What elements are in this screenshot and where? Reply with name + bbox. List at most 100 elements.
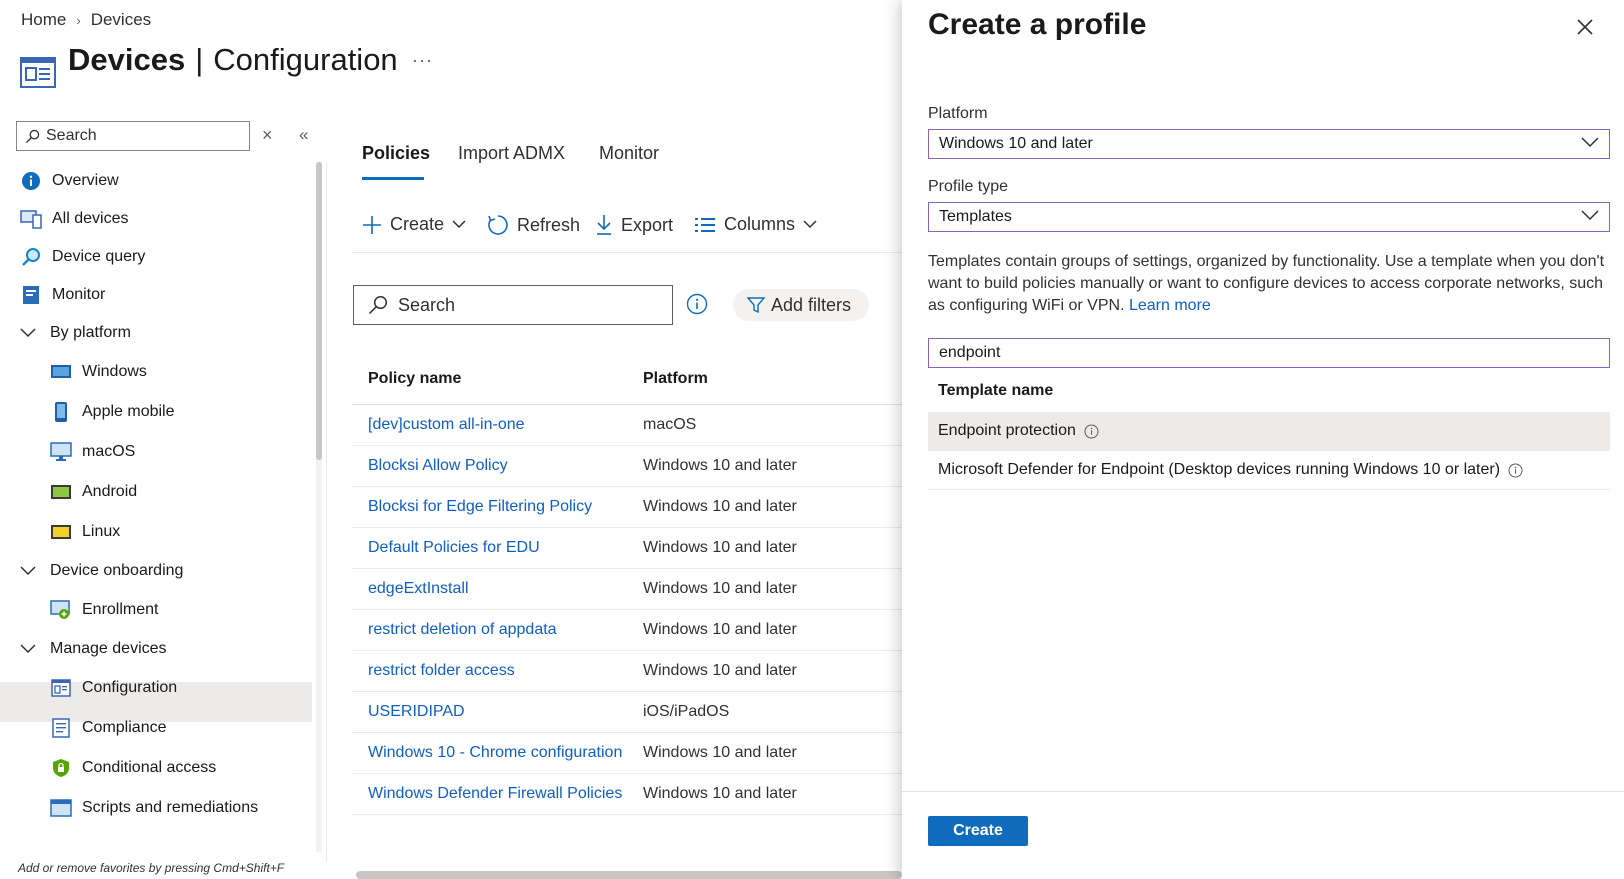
toolbar-divider (352, 252, 902, 253)
policy-platform: Windows 10 and later (643, 457, 797, 474)
template-filter-input[interactable]: endpoint (928, 338, 1610, 368)
policy-platform: Windows 10 and later (643, 539, 797, 556)
template-row-defender-endpoint[interactable]: Microsoft Defender for Endpoint (Desktop… (928, 451, 1610, 490)
breadcrumb: Home › Devices (21, 10, 151, 30)
table-row[interactable]: Blocksi for Edge Filtering Policy Windows… (352, 487, 902, 528)
policy-name-link[interactable]: USERIDIPAD (368, 703, 628, 721)
policy-platform: iOS/iPadOS (643, 703, 730, 720)
sidebar-item-scripts[interactable]: Scripts and remediations (50, 788, 258, 828)
policy-name-link[interactable]: Windows Defender Firewall Policies (368, 785, 628, 803)
sidebar-item-device-query[interactable]: Device query (20, 238, 258, 276)
table-row[interactable]: [dev]custom all-in-one macOS (352, 405, 902, 446)
page-title-rest: Configuration (213, 42, 398, 77)
page-title: Devices | Configuration (68, 42, 398, 78)
column-header-policy-name[interactable]: Policy name (368, 370, 461, 388)
tab-monitor[interactable]: Monitor (599, 143, 659, 164)
policy-name-link[interactable]: Windows 10 - Chrome configuration (368, 744, 628, 762)
platform-dropdown[interactable]: Windows 10 and later (928, 129, 1610, 159)
horizontal-scrollbar-thumb[interactable] (356, 871, 902, 879)
mac-icon (50, 441, 72, 463)
sidebar-item-all-devices[interactable]: All devices (20, 200, 258, 238)
more-options-icon[interactable]: ··· (412, 50, 433, 71)
add-filters-button[interactable]: Add filters (733, 289, 869, 321)
sidebar-group-by-platform[interactable]: By platform (20, 314, 258, 352)
table-row[interactable]: Windows Defender Firewall Policies Window… (352, 774, 902, 815)
android-icon (50, 481, 72, 503)
columns-icon (694, 216, 716, 234)
breadcrumb-devices[interactable]: Devices (91, 10, 151, 30)
table-row[interactable]: Windows 10 - Chrome configuration Windows… (352, 733, 902, 774)
policy-name-link[interactable]: restrict deletion of appdata (368, 621, 628, 639)
tab-policies[interactable]: Policies (362, 143, 430, 164)
info-icon (20, 170, 42, 192)
policy-name-link[interactable]: Blocksi for Edge Filtering Policy (368, 498, 628, 516)
sidebar-search-input[interactable]: Search (16, 121, 250, 151)
query-icon (20, 246, 42, 268)
create-button[interactable]: Create (362, 214, 466, 235)
table-row[interactable]: USERIDIPAD iOS/iPadOS (352, 692, 902, 733)
sidebar-item-monitor[interactable]: Monitor (20, 276, 258, 314)
tab-active-indicator (362, 177, 424, 180)
page-title-bold: Devices (68, 42, 186, 77)
column-header-platform[interactable]: Platform (643, 370, 708, 388)
sidebar-item-conditional-access[interactable]: Conditional access (50, 748, 258, 788)
shield-icon (50, 757, 72, 779)
chevron-down-icon (1581, 137, 1599, 148)
table-row[interactable]: Blocksi Allow Policy Windows 10 and later (352, 446, 902, 487)
table-row[interactable]: Default Policies for EDU Windows 10 and l… (352, 528, 902, 569)
policy-search-input[interactable]: Search (353, 285, 673, 325)
info-icon[interactable] (686, 293, 708, 315)
profile-type-dropdown[interactable]: Templates (928, 202, 1610, 232)
search-icon (25, 129, 40, 144)
columns-button[interactable]: Columns (694, 214, 817, 235)
platform-dropdown-value: Windows 10 and later (939, 135, 1093, 152)
policy-name-link[interactable]: Default Policies for EDU (368, 539, 628, 557)
sidebar-group-manage-devices[interactable]: Manage devices (20, 630, 258, 668)
panel-title: Create a profile (928, 8, 1147, 41)
collapse-sidebar-icon[interactable]: « (299, 125, 308, 145)
policy-platform: Windows 10 and later (643, 498, 797, 515)
sidebar-item-macos[interactable]: macOS (50, 432, 258, 472)
export-button[interactable]: Export (595, 214, 673, 236)
clear-icon[interactable]: × (262, 125, 273, 146)
learn-more-link[interactable]: Learn more (1129, 297, 1211, 314)
sidebar-item-enrollment[interactable]: Enrollment (50, 590, 258, 630)
breadcrumb-separator-icon: › (76, 12, 81, 28)
info-icon[interactable] (1508, 463, 1523, 478)
policy-name-link[interactable]: restrict folder access (368, 662, 628, 680)
policy-platform: Windows 10 and later (643, 785, 797, 802)
policy-platform: Windows 10 and later (643, 580, 797, 597)
table-row[interactable]: restrict folder access Windows 10 and lat… (352, 651, 902, 692)
configuration-icon (50, 677, 72, 699)
policy-name-link[interactable]: Blocksi Allow Policy (368, 457, 628, 475)
platform-label: Platform (928, 105, 988, 122)
sidebar-item-configuration[interactable]: Configuration (50, 668, 258, 708)
monitor-icon (20, 284, 42, 306)
refresh-button[interactable]: Refresh (487, 214, 580, 236)
sidebar-item-compliance[interactable]: Compliance (50, 708, 258, 748)
sidebar-search-placeholder: Search (46, 127, 97, 144)
sidebar-item-windows[interactable]: Windows (50, 352, 258, 392)
sidebar-group-device-onboarding[interactable]: Device onboarding (20, 552, 258, 590)
template-row-endpoint-protection[interactable]: Endpoint protection (928, 412, 1610, 451)
template-name-header: Template name (938, 382, 1054, 399)
info-icon[interactable] (1084, 424, 1099, 439)
table-row[interactable]: restrict deletion of appdata Windows 10 a… (352, 610, 902, 651)
policy-platform: Windows 10 and later (643, 744, 797, 761)
policy-name-link[interactable]: [dev]custom all-in-one (368, 416, 628, 434)
close-icon[interactable] (1576, 18, 1594, 36)
policy-name-link[interactable]: edgeExtInstall (368, 580, 628, 598)
sidebar-scrollbar-thumb[interactable] (316, 162, 322, 460)
sidebar-item-linux[interactable]: Linux (50, 512, 258, 552)
sidebar-item-overview[interactable]: Overview (20, 162, 258, 200)
sidebar-item-android[interactable]: Android (50, 472, 258, 512)
breadcrumb-home[interactable]: Home (21, 10, 66, 30)
create-profile-button[interactable]: Create (928, 816, 1028, 846)
favorites-hint: Add or remove favorites by pressing Cmd+… (18, 861, 285, 875)
chevron-down-icon (803, 220, 817, 229)
tab-import-admx[interactable]: Import ADMX (458, 143, 565, 164)
policy-platform: macOS (643, 416, 697, 433)
sidebar-item-apple-mobile[interactable]: Apple mobile (50, 392, 258, 432)
sidebar-nav: Overview All devices Device query Monito… (20, 162, 258, 828)
table-row[interactable]: edgeExtInstall Windows 10 and later (352, 569, 902, 610)
